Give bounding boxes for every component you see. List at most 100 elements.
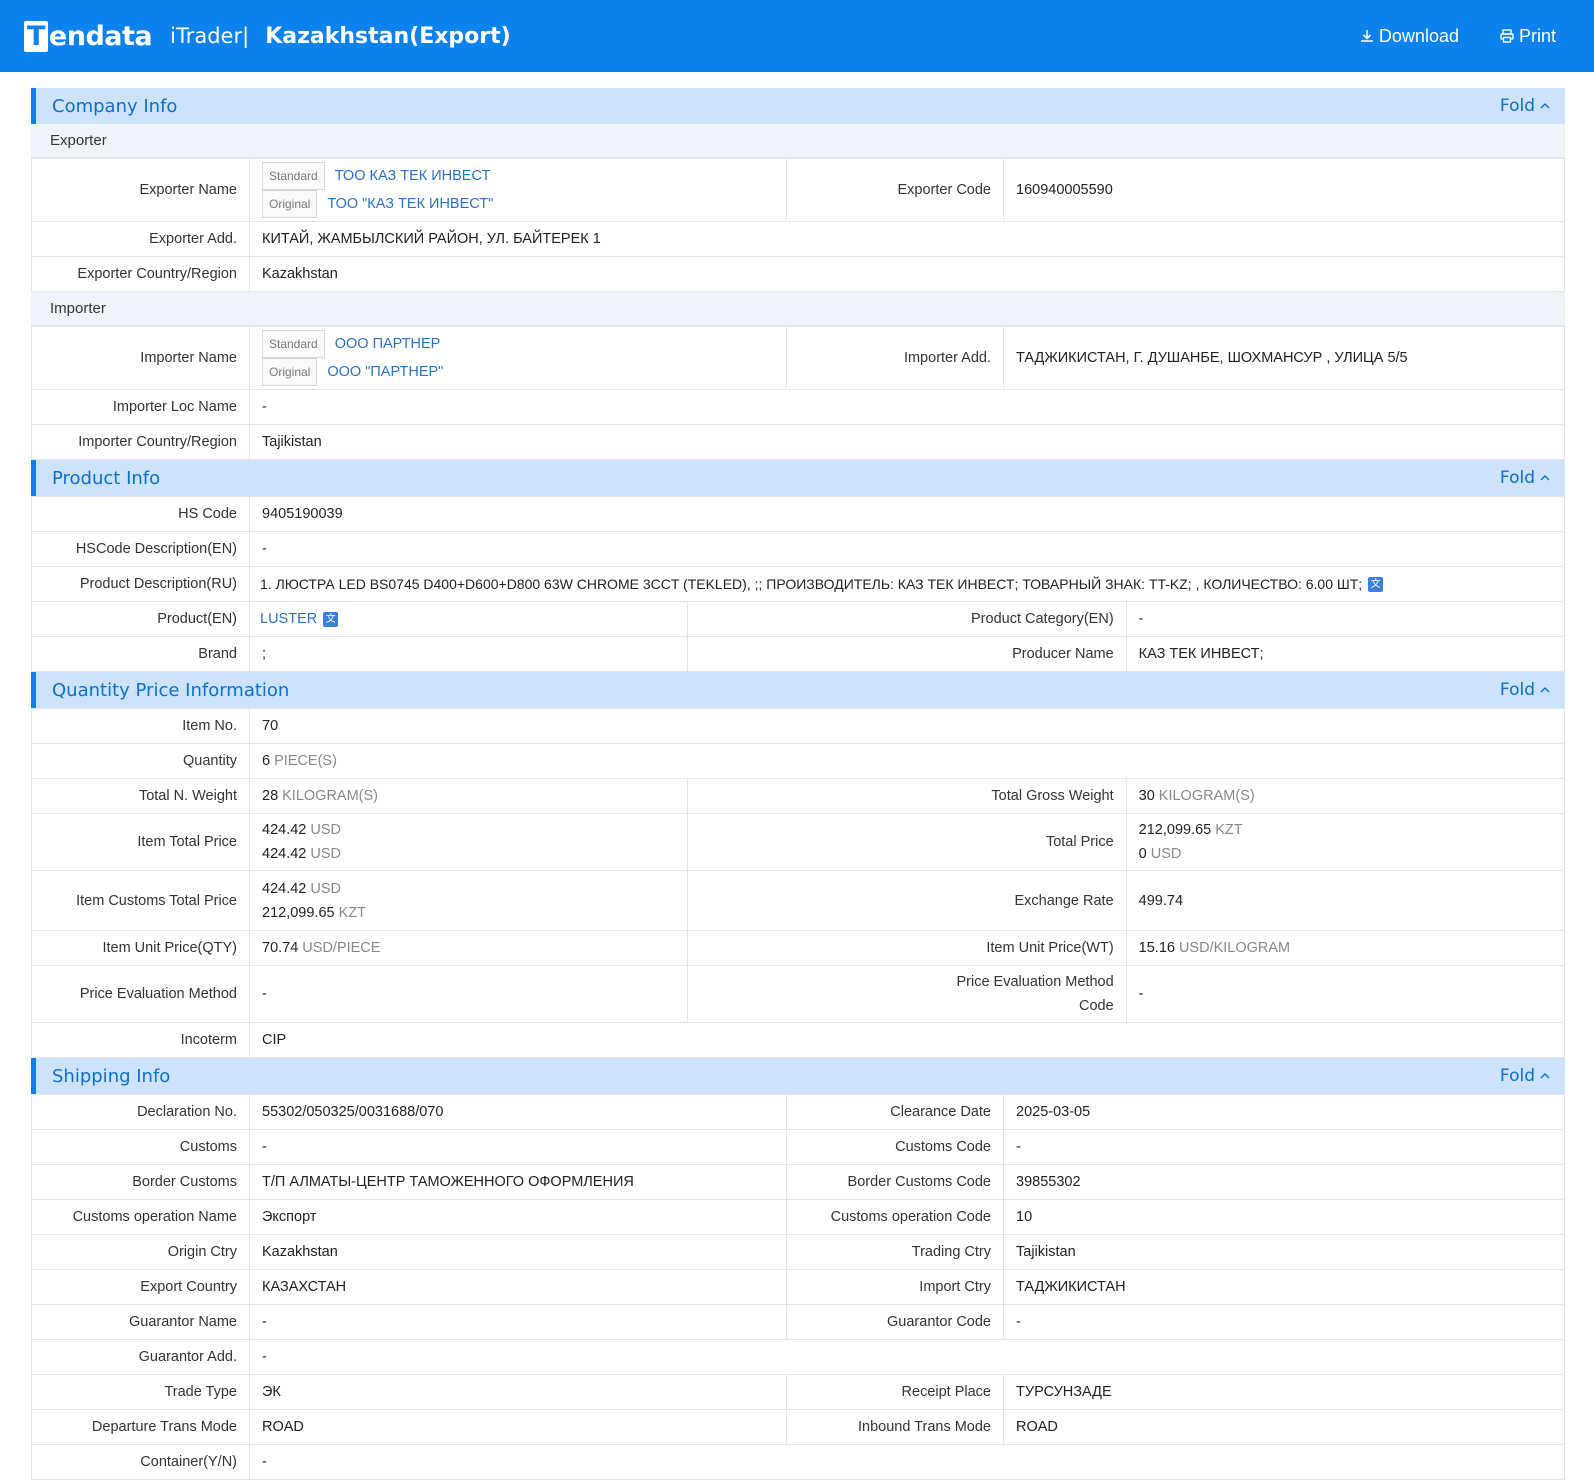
declaration-no: 55302/050325/0031688/070 [249,1094,787,1130]
download-button[interactable]: Download [1359,26,1459,47]
field-label: Importer Add. [786,326,1004,390]
field-label: HSCode Description(EN) [31,531,250,567]
field-label: Customs [31,1129,250,1165]
importer-table: Importer Name Standard ООО ПАРТНЕР Origin… [31,326,1565,460]
fold-button[interactable]: Fold [1500,1066,1551,1086]
export-country: КАЗАХСТАН [249,1269,787,1305]
unit-price-qty: 70.74 [262,940,299,956]
fold-label: Fold [1499,680,1535,700]
exporter-name-standard-link[interactable]: ТОО КАЗ ТЕК ИНВЕСТ [335,168,491,184]
fold-button[interactable]: Fold [1500,680,1551,700]
translate-icon[interactable]: 文 [323,611,339,627]
quantity-unit: PIECE(S) [274,753,337,769]
importer-name-standard-link[interactable]: ООО ПАРТНЕР [335,336,441,352]
fold-button[interactable]: Fold [1500,96,1551,116]
customs-code: - [1003,1129,1565,1165]
fold-label: Fold [1499,468,1535,488]
field-label: Item Unit Price(QTY) [31,930,250,966]
exporter-table: Exporter Name Standard ТОО КАЗ ТЕК ИНВЕСТ… [31,158,1565,292]
printer-icon [1500,29,1514,43]
field-label: Exporter Country/Region [31,256,250,292]
field-label: Total Gross Weight [687,778,1127,814]
field-label: Guarantor Add. [31,1339,250,1375]
quantity-price-header: Quantity Price Information Fold [31,672,1565,708]
exporter-name-original-link[interactable]: ТОО "КАЗ ТЕК ИНВЕСТ" [327,196,493,212]
print-label: Print [1518,25,1556,46]
price-unit: USD/KILOGRAM [1178,940,1291,956]
field-label: Receipt Place [786,1374,1004,1410]
exporter-address: КИТАЙ, ЖАМБЫЛСКИЙ РАЙОН, УЛ. БАЙТЕРЕК 1 [249,221,1565,257]
price-eval-method: - [248,965,689,1023]
field-label: Trade Type [31,1374,250,1410]
exporter-subheading: Exporter [31,124,1565,158]
field-label: Item Unit Price(WT) [687,930,1127,966]
customs-total-price: 212,099.65 [262,904,335,921]
field-label: Item Total Price [31,813,250,871]
container-yn: - [249,1444,1565,1480]
field-label: Inbound Trans Mode [786,1409,1004,1445]
chevron-up-icon [1540,1073,1550,1079]
product-en-link[interactable]: LUSTER [260,611,317,627]
original-tag: Original [262,358,318,386]
fold-label: Fold [1499,96,1535,116]
currency-unit: USD [310,822,341,838]
gross-weight: 30 [1138,788,1155,804]
field-label: Import Ctry [786,1269,1004,1305]
section-title: Shipping Info [52,1065,171,1087]
net-weight-unit: KILOGRAM(S) [282,788,379,804]
product-category: - [1125,601,1566,637]
border-customs-code: 39855302 [1003,1164,1565,1200]
total-price: 212,099.65 [1138,822,1212,838]
field-label: Quantity [31,743,250,779]
section-title: Company Info [52,95,178,117]
field-label: Incoterm [31,1022,250,1058]
page-title: Kazakhstan(Export) [265,23,511,49]
importer-name-original-link[interactable]: ООО "ПАРТНЕР" [327,364,443,380]
field-label: Exchange Rate [687,870,1127,931]
exchange-rate: 499.74 [1125,870,1566,931]
field-label: Brand [31,636,250,672]
field-label: Product Description(RU) [31,566,250,602]
guarantor-name: - [249,1304,787,1340]
item-total-price: 424.42 [262,846,307,862]
top-bar: Tendata iTrader| Kazakhstan(Export) Down… [0,0,1594,72]
currency-unit: KZT [338,904,366,921]
field-label: Border Customs [31,1164,250,1200]
customs-operation-code: 10 [1003,1199,1565,1235]
price-eval-code: - [1125,965,1566,1023]
field-label: Origin Ctry [31,1234,250,1270]
currency-unit: USD [310,846,341,862]
importer-loc-name: - [249,389,1565,425]
receipt-place: ТУРСУНЗАДЕ [1003,1374,1565,1410]
price-unit: USD/PIECE [302,940,381,956]
customs-total-price: 424.42 [262,880,307,897]
field-label: Exporter Name [31,158,250,222]
net-weight: 28 [262,788,279,804]
field-label: Price Evaluation Method [31,965,250,1023]
item-no: 70 [249,708,1565,744]
item-total-price: 424.42 [262,822,307,838]
inbound-trans-mode: ROAD [1003,1409,1565,1445]
field-label: Container(Y/N) [31,1444,250,1480]
field-label: Clearance Date [786,1094,1004,1130]
section-title: Quantity Price Information [52,679,290,701]
chevron-up-icon [1540,475,1550,481]
field-label: Customs operation Name [31,1199,250,1235]
logo: Tendata iTrader| [24,20,250,52]
exporter-country: Kazakhstan [249,256,1565,292]
chevron-up-icon [1540,687,1550,693]
customs: - [249,1129,787,1165]
field-label: Item Customs Total Price [31,870,250,931]
hs-code: 9405190039 [249,496,1565,532]
brand: ; [248,636,689,672]
import-country: ТАДЖИКИСТАН [1003,1269,1565,1305]
print-button[interactable]: Print [1499,26,1556,47]
translate-icon[interactable]: 文 [1368,577,1384,593]
brand-sub: iTrader| [170,24,250,48]
shipping-info-header: Shipping Info Fold [31,1058,1565,1094]
departure-trans-mode: ROAD [249,1409,787,1445]
standard-tag: Standard [262,162,325,190]
border-customs: Т/П АЛМАТЫ-ЦЕНТР ТАМОЖЕННОГО ОФОРМЛЕНИЯ [249,1164,787,1200]
importer-subheading: Importer [31,292,1565,326]
fold-button[interactable]: Fold [1500,468,1551,488]
